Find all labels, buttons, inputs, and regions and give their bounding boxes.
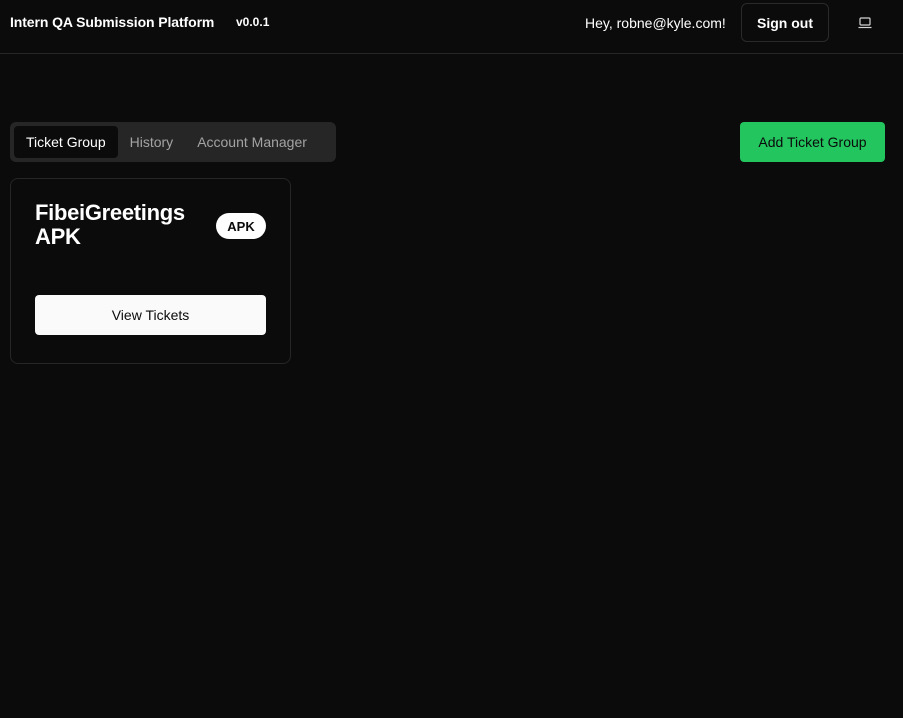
- laptop-icon-graphic: [858, 17, 872, 29]
- laptop-icon[interactable]: [853, 12, 877, 34]
- sign-out-button[interactable]: Sign out: [741, 3, 829, 42]
- ticket-group-card: FibeiGreetings APK APK View Tickets: [10, 178, 291, 364]
- top-navbar: Intern QA Submission Platform v0.0.1 Hey…: [0, 0, 903, 54]
- add-ticket-group-button[interactable]: Add Ticket Group: [740, 122, 885, 162]
- app-title: Intern QA Submission Platform: [10, 14, 215, 30]
- tab-ticket-group[interactable]: Ticket Group: [14, 126, 118, 158]
- tab-list: Ticket Group History Account Manager: [10, 122, 336, 162]
- view-tickets-button[interactable]: View Tickets: [35, 295, 266, 335]
- type-badge: APK: [216, 213, 266, 239]
- version-label: v0.0.1: [236, 15, 270, 29]
- user-greeting: Hey, robne@kyle.com!: [585, 15, 726, 31]
- tab-account-manager[interactable]: Account Manager: [185, 126, 319, 158]
- tab-history[interactable]: History: [118, 126, 186, 158]
- ticket-group-title: FibeiGreetings APK: [35, 200, 185, 249]
